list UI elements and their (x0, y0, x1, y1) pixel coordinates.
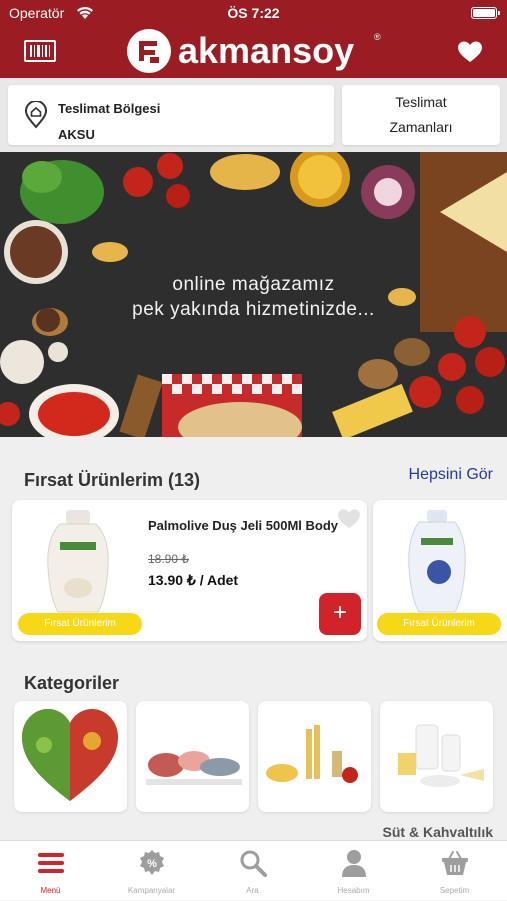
tab-menu[interactable]: Menü (0, 841, 101, 901)
offer-badge: Fırsat Ürünlerim (377, 613, 501, 635)
user-icon (342, 850, 366, 877)
bottom-tab-bar: Menü % Kampanyalar Ara Hesabım Sepetim (0, 840, 507, 900)
barcode-scan-icon[interactable] (24, 40, 56, 62)
delivery-times-button[interactable]: Teslimat Zamanları (342, 85, 500, 145)
app-header: Operatör ÖS 7:22 akmansoy ® (0, 0, 507, 78)
svg-text:%: % (147, 858, 157, 870)
category-image (266, 725, 358, 783)
brand-logo: akmansoy ® (126, 27, 386, 75)
category-image (398, 724, 484, 787)
tab-account[interactable]: Hesabım (303, 841, 404, 901)
status-time: ÖS 7:22 (227, 5, 280, 21)
category-label: Süt & Kahvaltılık (382, 824, 493, 840)
tab-label: Ara (246, 886, 259, 895)
add-to-cart-button[interactable]: + (319, 593, 361, 635)
search-icon (240, 850, 267, 877)
product-image (408, 510, 466, 613)
promo-banner[interactable]: online mağazamız pek yakında hizmetinizd… (0, 152, 507, 437)
offer-badge: Fırsat Ürünlerim (18, 613, 142, 635)
basket-icon (442, 851, 468, 875)
banner-line-2: pek yakında hizmetinizde... (132, 299, 375, 320)
product-image (47, 510, 109, 613)
tab-label: Hesabım (337, 886, 370, 895)
brand-logo-mark (127, 29, 171, 73)
delivery-region-value: AKSU (58, 127, 95, 142)
registered-mark: ® (374, 32, 381, 42)
banner-message: online mağazamız pek yakında hizmetinizd… (0, 272, 507, 322)
see-all-link[interactable]: Hepsini Gör (409, 466, 493, 484)
delivery-region-label: Teslimat Bölgesi (58, 101, 161, 116)
product-old-price: 18.90 ₺ (148, 552, 189, 566)
battery-icon (471, 7, 500, 19)
category-card-pantry[interactable] (258, 701, 371, 812)
status-bar: Operatör ÖS 7:22 (0, 4, 507, 24)
product-favorite-icon[interactable] (337, 508, 361, 530)
tab-cart[interactable]: Sepetim (404, 841, 505, 901)
category-image (22, 709, 118, 801)
category-image (146, 751, 242, 785)
product-card[interactable]: Fırsat Ürünlerim (373, 500, 507, 641)
percent-icon: % (140, 850, 164, 875)
delivery-region-button[interactable]: Teslimat Bölgesi AKSU (8, 85, 334, 145)
offers-section-title: Fırsat Ürünlerim (13) (24, 470, 201, 490)
tab-search[interactable]: Ara (202, 841, 303, 901)
delivery-times-line2: Zamanları (389, 119, 453, 135)
location-pin-icon (24, 101, 48, 129)
product-name: Palmolive Duş Jeli 500Ml Body (148, 518, 339, 533)
tab-label: Kampanyalar (127, 886, 176, 895)
category-card-dairy-breakfast[interactable] (380, 701, 493, 812)
product-card[interactable]: Palmolive Duş Jeli 500Ml Body 18.90 ₺ 13… (12, 500, 367, 641)
categories-section-title: Kategoriler (24, 673, 120, 693)
category-card-fruits-vegetables[interactable] (14, 701, 127, 812)
delivery-times-line1: Teslimat (395, 94, 447, 110)
product-price: 13.90 ₺ / Adet (148, 572, 239, 588)
tab-campaigns[interactable]: % Kampanyalar (101, 841, 202, 901)
menu-icon (38, 853, 64, 873)
favorites-heart-icon[interactable] (457, 40, 483, 64)
banner-line-1: online mağazamız (172, 274, 335, 295)
brand-name: akmansoy (178, 30, 355, 71)
tab-label: Sepetim (439, 886, 470, 895)
delivery-bar: Teslimat Bölgesi AKSU Teslimat Zamanları (0, 78, 507, 152)
category-card-meat-fish[interactable] (136, 701, 249, 812)
tab-label: Menü (40, 886, 61, 895)
